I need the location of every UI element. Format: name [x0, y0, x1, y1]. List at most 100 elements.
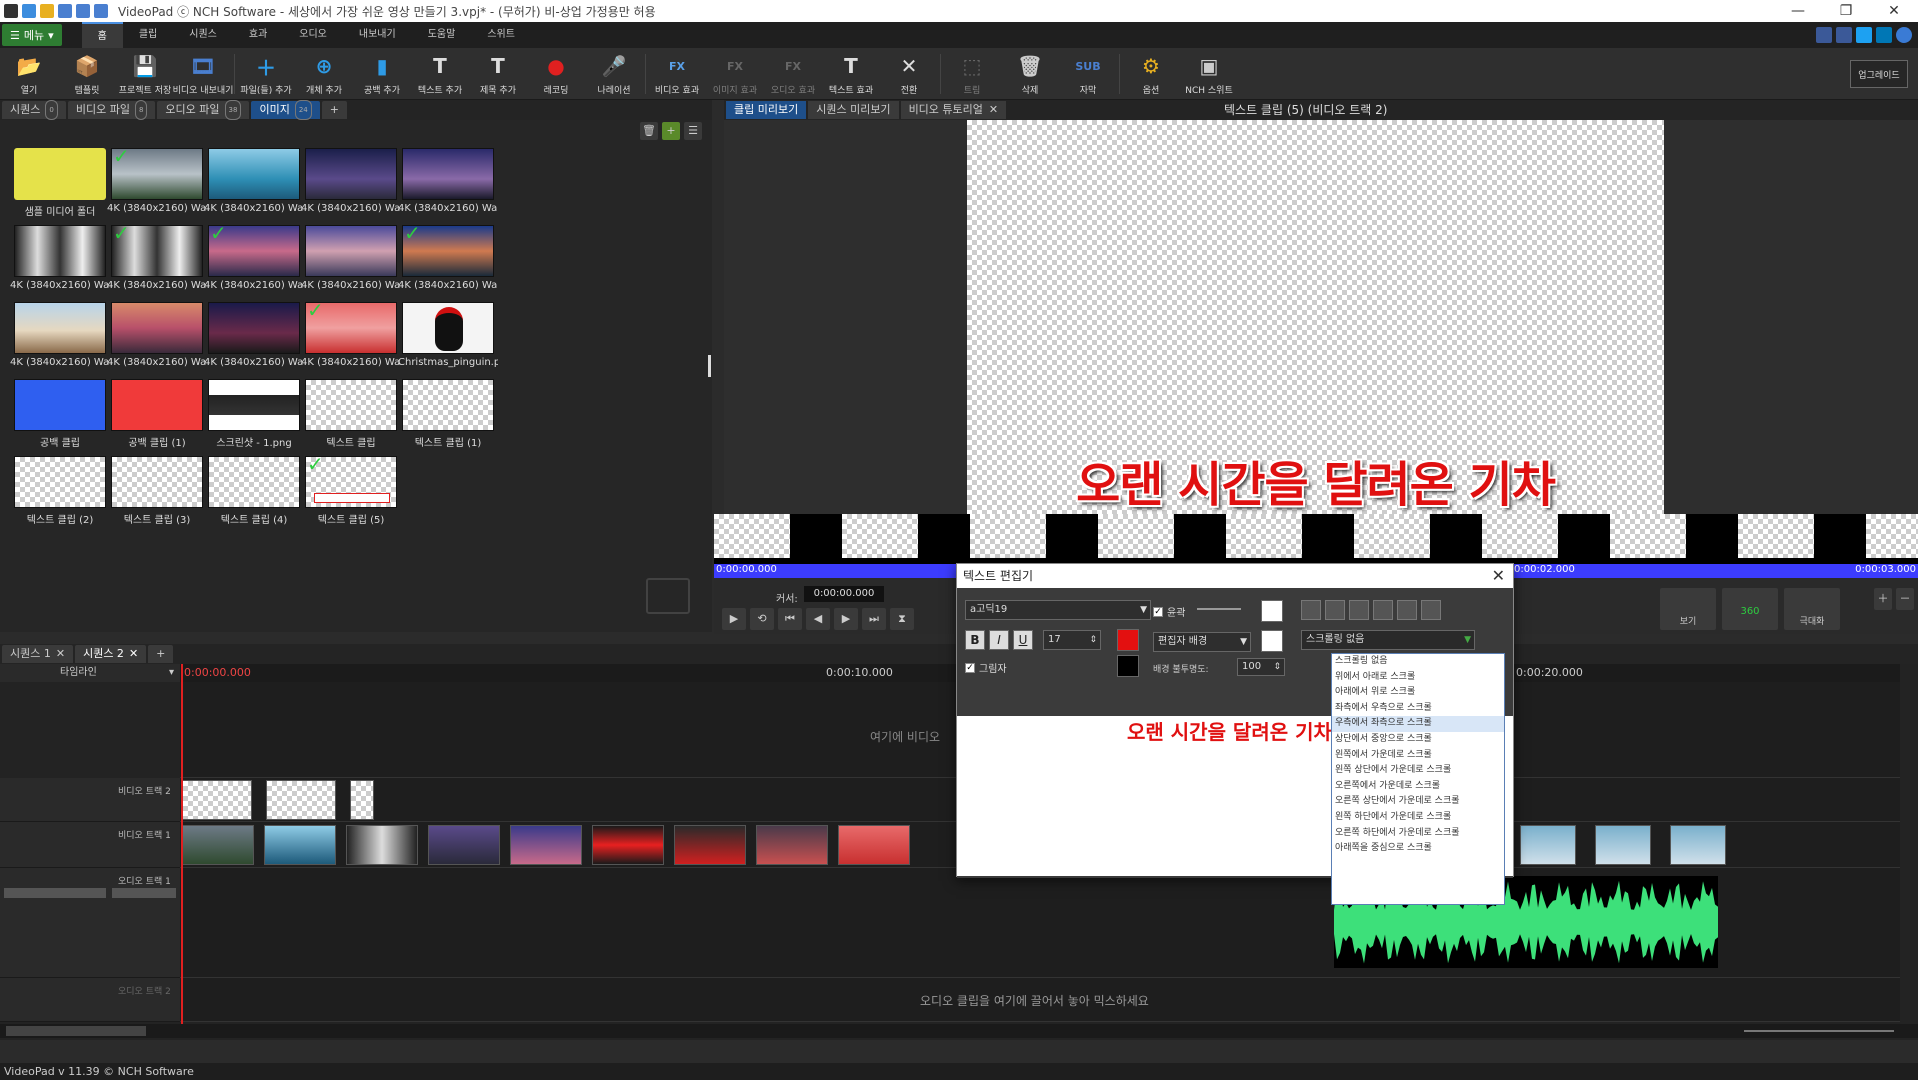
like-icon[interactable] — [1816, 27, 1832, 43]
toolbar-button[interactable]: ▣ NCH 스위트 — [1180, 49, 1238, 99]
track-header-video-1[interactable]: 비디오 트랙 1 — [0, 822, 180, 868]
upgrade-button[interactable]: 업그레이드 — [1850, 60, 1908, 88]
timeline-clip[interactable] — [346, 825, 418, 865]
media-item[interactable]: ✓ 4K (3840x2160) Wallp... — [204, 221, 304, 309]
trash-icon[interactable]: 🗑 — [640, 122, 658, 140]
media-item[interactable]: ✓ 4K (3840x2160) Wallp... — [107, 144, 207, 232]
track-header-audio-2[interactable]: 오디오 트랙 2 — [0, 978, 180, 1022]
scroll-option[interactable]: 스크롤링 없음 — [1332, 654, 1504, 670]
panel-splitter[interactable] — [708, 355, 711, 377]
view-button[interactable]: 보기 — [1660, 588, 1716, 630]
scroll-option[interactable]: 위에서 아래로 스크롤 — [1332, 670, 1504, 686]
media-item[interactable]: ✓ 텍스트 클립 (5) — [305, 452, 397, 540]
menu-tab[interactable]: 내보내기 — [343, 22, 412, 48]
media-item[interactable]: 4K (3840x2160) Wallp... — [398, 148, 498, 232]
shadow-color-swatch[interactable] — [1117, 655, 1139, 677]
preview-tab[interactable]: 클립 미리보기 — [726, 101, 807, 119]
scroll-option[interactable]: 오른쪽 하단에서 가운데로 스크롤 — [1332, 826, 1504, 842]
pan-slider[interactable] — [112, 888, 176, 898]
shadow-checkbox[interactable]: ✓ 그림자 — [965, 660, 1007, 675]
toolbar-button[interactable]: 🎤 나레이션 — [585, 49, 643, 99]
sequence-tab[interactable]: 시퀀스 2 ✕ — [75, 645, 147, 663]
loop-icon[interactable]: ⟲ — [750, 608, 774, 630]
timeline-clip[interactable] — [756, 825, 828, 865]
maximize-preview-button[interactable]: 극대화 — [1784, 588, 1840, 630]
toolbar-button[interactable]: ⬚ 트림 — [943, 49, 1001, 99]
outline-width-slider[interactable] — [1197, 608, 1241, 610]
media-item[interactable]: 텍스트 클립 — [305, 379, 397, 463]
valign-middle-icon[interactable] — [1397, 600, 1417, 620]
play-icon[interactable]: ▶ — [722, 608, 746, 630]
toolbar-button[interactable]: FX 오디오 효과 — [764, 49, 822, 99]
add-media-tab-button[interactable]: + — [321, 101, 347, 119]
toolbar-button[interactable]: 💾 프로젝트 저장 — [116, 49, 174, 99]
new-icon[interactable] — [22, 4, 36, 18]
list-view-icon[interactable]: ☰ — [684, 122, 702, 140]
toolbar-button[interactable]: 📦 템플릿 — [58, 49, 116, 99]
media-item[interactable]: 4K (3840x2160) Wallp... — [301, 225, 401, 309]
cursor-time-field[interactable]: 0:00:00.000 — [804, 586, 884, 602]
media-item[interactable]: Christmas_pinguin.png — [398, 302, 498, 386]
close-icon[interactable]: ✕ — [129, 645, 138, 663]
media-tab[interactable]: 오디오 파일 38 — [157, 100, 250, 120]
font-select[interactable]: a고딕19 ▼ — [965, 600, 1151, 620]
timeline-clip[interactable] — [350, 780, 374, 820]
timeline-clip[interactable] — [266, 780, 336, 820]
valign-bottom-icon[interactable] — [1421, 600, 1441, 620]
track-header-audio-1[interactable]: 오디오 트랙 1 — [0, 868, 180, 978]
media-tab[interactable]: 시퀀스 0 — [2, 100, 66, 120]
toolbar-button[interactable]: ✕ 전환 — [880, 49, 938, 99]
media-tab[interactable]: 비디오 파일 8 — [67, 100, 156, 120]
font-size-field[interactable]: 17 ⇕ — [1043, 630, 1101, 650]
track-header-video-2[interactable]: 비디오 트랙 2 — [0, 778, 180, 822]
close-icon[interactable]: ✕ — [1492, 564, 1505, 588]
media-item[interactable]: 텍스트 클립 (2) — [14, 456, 106, 540]
media-item[interactable]: 4K (3840x2160) Wallp... — [204, 302, 304, 386]
media-item[interactable]: 4K (3840x2160) Wallp... — [301, 148, 401, 232]
timeline-clip[interactable] — [592, 825, 664, 865]
sequence-tab[interactable]: 시퀀스 1 ✕ — [2, 645, 74, 663]
toolbar-button[interactable]: T 제목 추가 — [469, 49, 527, 99]
audio-track-1-lane[interactable] — [180, 868, 1900, 978]
toolbar-button[interactable]: ⚙ 옵션 — [1122, 49, 1180, 99]
menu-tab[interactable]: 도움말 — [412, 22, 472, 48]
toolbar-button[interactable]: FX 이미지 효과 — [706, 49, 764, 99]
media-item[interactable]: 텍스트 클립 (1) — [402, 379, 494, 463]
timeline-clip[interactable] — [510, 825, 582, 865]
split-icon[interactable]: ⧗ — [890, 608, 914, 630]
timeline-clip[interactable] — [264, 825, 336, 865]
outline-checkbox[interactable]: ✓ 윤곽 — [1153, 604, 1185, 619]
background-color-swatch[interactable] — [1261, 630, 1283, 652]
preview-tab[interactable]: 시퀀스 미리보기 — [808, 101, 899, 119]
toolbar-button[interactable]: 🎞 비디오 내보내기 — [173, 49, 234, 99]
skip-start-icon[interactable]: ⏮ — [778, 608, 802, 630]
media-tab[interactable]: 이미지 24 — [251, 100, 320, 120]
close-button[interactable]: ✕ — [1870, 3, 1918, 19]
toolbar-button[interactable]: FX 비디오 효과 — [648, 49, 706, 99]
minimize-button[interactable]: — — [1774, 3, 1822, 19]
menu-tab[interactable]: 효과 — [233, 22, 283, 48]
media-item[interactable]: 4K (3840x2160) Wallp... — [10, 302, 110, 386]
bold-button[interactable]: B — [965, 630, 985, 650]
media-folder[interactable]: 샘플 미디어 폴더 — [14, 148, 106, 232]
zoom-out-icon[interactable]: － — [1896, 588, 1914, 610]
scroll-option[interactable]: 상단에서 중앙으로 스크롤 — [1332, 732, 1504, 748]
opacity-field[interactable]: 100 ⇕ — [1237, 658, 1285, 676]
scroll-option[interactable]: 왼쪽에서 가운데로 스크롤 — [1332, 748, 1504, 764]
timeline-clip[interactable] — [182, 825, 254, 865]
media-item[interactable]: 텍스트 클립 (3) — [111, 456, 203, 540]
skip-end-icon[interactable]: ⏭ — [862, 608, 886, 630]
scroll-option[interactable]: 오른쪽 상단에서 가운데로 스크롤 — [1332, 794, 1504, 810]
outline-color-swatch[interactable] — [1261, 600, 1283, 622]
media-item[interactable]: 스크린샷 - 1.png — [208, 379, 300, 463]
toolbar-button[interactable]: SUB 자막 — [1059, 49, 1117, 99]
underline-button[interactable]: U — [1013, 630, 1033, 650]
timeline-dropdown[interactable]: 타임라인 ▾ — [0, 664, 180, 682]
media-item[interactable]: 공백 클립 — [14, 379, 106, 463]
toolbar-button[interactable]: T 텍스트 추가 — [411, 49, 469, 99]
toolbar-button[interactable]: T 텍스트 효과 — [822, 49, 880, 99]
scroll-option[interactable]: 아래에서 위로 스크롤 — [1332, 685, 1504, 701]
media-item[interactable]: ✓ 4K (3840x2160) Wallp... — [107, 221, 207, 309]
timeline-clip[interactable] — [428, 825, 500, 865]
menu-tab[interactable]: 클립 — [123, 22, 173, 48]
